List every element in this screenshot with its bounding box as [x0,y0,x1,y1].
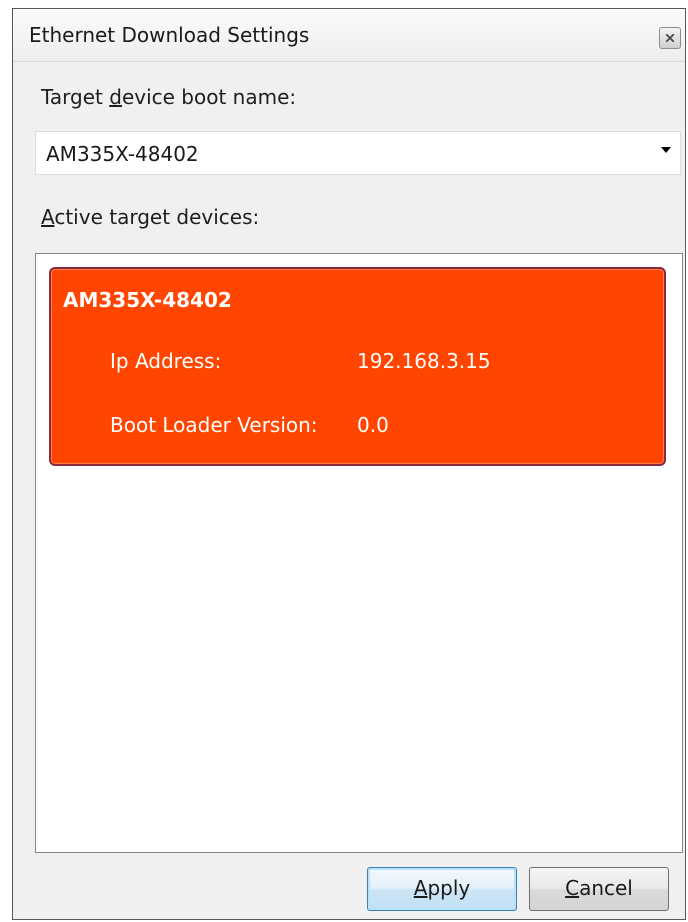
active-devices-label: Active target devices: [41,205,260,229]
settings-dialog: Ethernet Download Settings Target device… [12,8,686,920]
device-name: AM335X-48402 [63,288,232,312]
close-icon [666,34,674,42]
boot-loader-version-value: 0.0 [357,413,389,437]
boot-loader-version-label: Boot Loader Version: [110,413,318,437]
active-devices-list[interactable]: AM335X-48402 Ip Address: 192.168.3.15 Bo… [35,253,683,853]
apply-button[interactable]: Apply [367,867,517,911]
close-button[interactable] [659,27,681,49]
device-card[interactable]: AM335X-48402 Ip Address: 192.168.3.15 Bo… [49,267,666,466]
boot-name-label: Target device boot name: [41,85,297,109]
boot-name-selected-value: AM335X-48402 [46,142,199,166]
boot-name-dropdown[interactable]: AM335X-48402 [35,131,681,175]
ip-address-label: Ip Address: [110,349,222,373]
cancel-button[interactable]: Cancel [529,867,669,911]
window-title: Ethernet Download Settings [29,23,310,47]
ip-address-value: 192.168.3.15 [357,349,491,373]
title-bar[interactable]: Ethernet Download Settings [13,9,685,62]
dropdown-arrow-icon [661,147,671,153]
